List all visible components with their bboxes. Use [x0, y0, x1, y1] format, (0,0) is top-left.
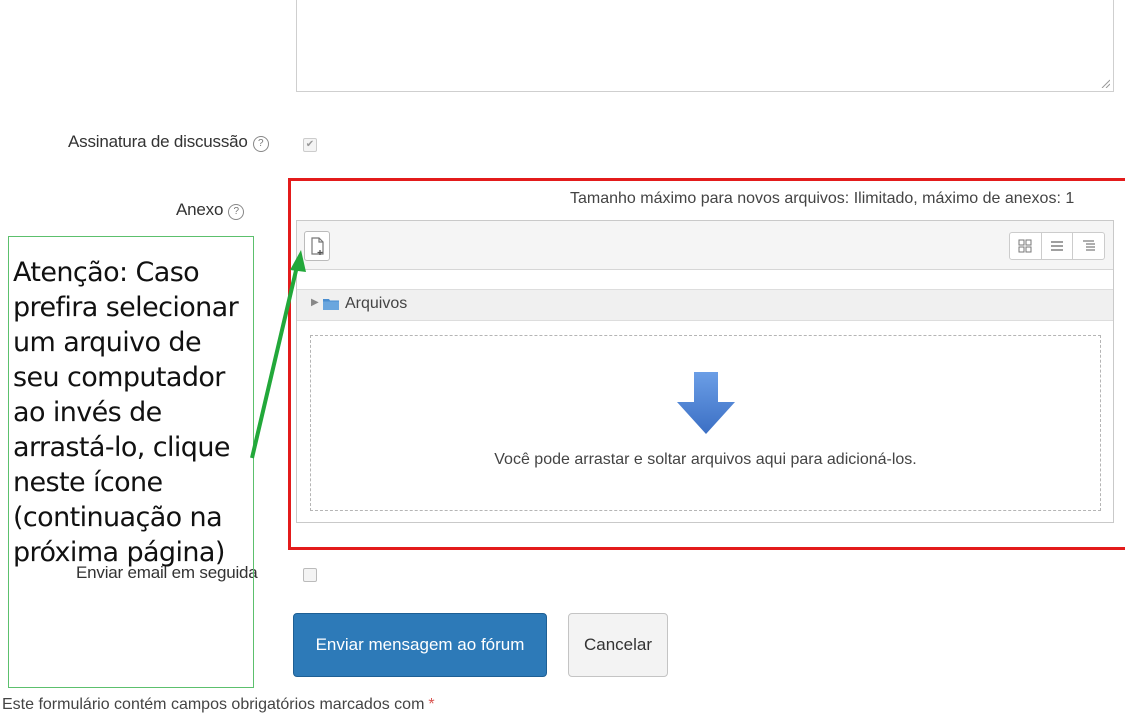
file-picker: ▶ Arquivos Você pode arrastar e soltar a… [296, 220, 1114, 523]
required-marker: * [428, 696, 435, 713]
attachment-label-text: Anexo [176, 200, 224, 219]
submit-button[interactable]: Enviar mensagem ao fórum [293, 613, 547, 677]
folder-path-bar: ▶ Arquivos [297, 289, 1113, 321]
down-arrow-icon [677, 372, 735, 434]
view-toggle-group [1009, 232, 1105, 260]
add-file-icon [311, 237, 324, 255]
annotation-callout: Atenção: Caso prefira selecionar um arqu… [8, 236, 254, 688]
required-fields-note: Este formulário contém campos obrigatóri… [2, 696, 435, 714]
attachment-label: Anexo? [176, 200, 245, 220]
help-icon[interactable]: ? [228, 204, 245, 220]
required-note-text: Este formulário contém campos obrigatóri… [2, 696, 425, 713]
signature-label: Assinatura de discussão? [68, 132, 269, 152]
folder-icon [323, 299, 339, 310]
drop-instruction-text: Você pode arrastar e soltar arquivos aqu… [494, 451, 917, 468]
list-view-icon [1051, 241, 1063, 251]
signature-label-text: Assinatura de discussão [68, 132, 248, 151]
expand-arrow-icon[interactable]: ▶ [311, 297, 319, 308]
grid-view-icon [1018, 239, 1032, 253]
folder-label[interactable]: Arquivos [345, 295, 407, 313]
message-textarea[interactable] [296, 0, 1114, 92]
signature-checkbox[interactable]: ✔ [303, 138, 317, 152]
max-size-text: Tamanho máximo para novos arquivos: Ilim… [570, 190, 1075, 207]
file-picker-toolbar [297, 221, 1113, 270]
cancel-button[interactable]: Cancelar [568, 613, 668, 677]
tree-view-icon [1082, 240, 1095, 251]
help-icon[interactable]: ? [252, 136, 269, 152]
annotation-text: Atenção: Caso prefira selecionar um arqu… [13, 257, 239, 568]
tree-view-button[interactable] [1073, 233, 1104, 259]
drop-zone[interactable]: Você pode arrastar e soltar arquivos aqu… [310, 335, 1101, 511]
resize-handle-icon[interactable] [1100, 78, 1110, 88]
add-file-button[interactable] [304, 231, 330, 261]
grid-view-button[interactable] [1010, 233, 1042, 259]
email-checkbox[interactable] [303, 568, 317, 582]
list-view-button[interactable] [1042, 233, 1074, 259]
